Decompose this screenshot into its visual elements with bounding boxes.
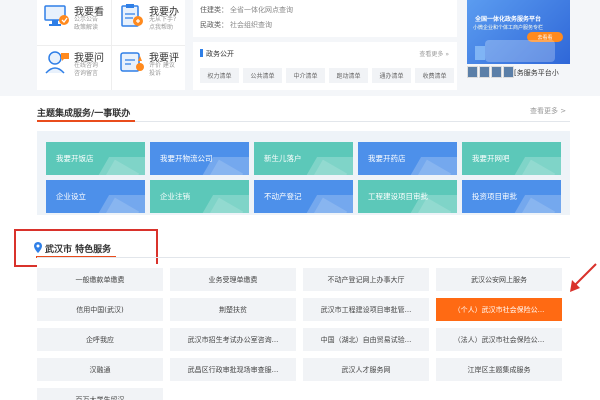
location-pin-icon [34, 242, 42, 253]
gov-tag[interactable]: 通办清单 [372, 68, 411, 83]
quick-item-subtitle: 公示公告 政策解读 [74, 16, 99, 31]
service-item[interactable]: 中国（湖北）自由贸易试验... [303, 328, 429, 351]
theme-card[interactable]: 工程建设项目审批 [358, 180, 457, 213]
gov-tag[interactable]: 中介清单 [286, 68, 325, 83]
banner-subtitle: 小微企业和个体工商户服务专栏 [473, 25, 544, 31]
review-icon [120, 52, 144, 72]
service-item[interactable]: 荆楚扶贫 [170, 298, 296, 321]
gov-tag[interactable]: 公共清单 [243, 68, 282, 83]
service-item-active[interactable]: （个人）武汉市社会保险公... [436, 298, 562, 321]
theme-card-label: 投资项目审批 [472, 192, 517, 201]
quick-item-subtitle: 评价 建议 投诉 [149, 62, 175, 77]
quick-item-subtitle: 在线咨询 咨询留言 [74, 62, 99, 77]
thumbnail[interactable] [479, 66, 490, 78]
theme-card[interactable]: 我要开物流公司 [150, 142, 249, 175]
quick-item-look[interactable]: 我要看 公示公告 政策解读 [37, 0, 111, 45]
quick-item-ask[interactable]: 我要问 在线咨询 咨询留言 [37, 46, 111, 91]
quick-item-review[interactable]: 我要评 评价 建议 投诉 [112, 46, 186, 91]
service-item[interactable]: 一般缴款单缴费 [37, 268, 163, 291]
service-item[interactable]: 武汉公安网上服务 [436, 268, 562, 291]
theme-more-link[interactable]: 查看更多 > [530, 106, 566, 116]
theme-card[interactable]: 我要开网吧 [462, 142, 561, 175]
section-divider [37, 257, 570, 258]
service-item[interactable]: 汉融通 [37, 358, 163, 381]
theme-section-title: 主题集成服务/一事联办 [37, 109, 131, 119]
theme-card-label: 工程建设项目审批 [368, 192, 428, 201]
quick-item-handle[interactable]: 我要办 无从下手? 点我帮助 [112, 0, 186, 45]
gov-tag[interactable]: 收费清单 [415, 68, 454, 83]
thumbnail-caption: [务服务平台小 [514, 69, 559, 77]
service-item[interactable]: 百万大学生留汉 [37, 388, 163, 400]
theme-card-label: 企业注销 [160, 192, 190, 201]
banner-thumbnails: [务服务平台小 [467, 66, 570, 84]
gov-tag[interactable]: 跑动清单 [329, 68, 368, 83]
service-item[interactable]: 武汉市招生考试办公室咨询... [170, 328, 296, 351]
thumbnail[interactable] [491, 66, 502, 78]
theme-card-label: 新生儿落户 [264, 154, 302, 163]
gov-open-more-link[interactable]: 查看更多 » [419, 49, 449, 58]
theme-card[interactable]: 我要开饭店 [46, 142, 145, 175]
service-item[interactable]: 武昌区行政审批现场审查服... [170, 358, 296, 381]
annotation-arrow-icon [570, 263, 597, 292]
thumbnail[interactable] [503, 66, 514, 78]
theme-card[interactable]: 新生儿落户 [254, 142, 353, 175]
theme-card-label: 我要开物流公司 [160, 154, 213, 163]
info-row-civil[interactable]: 民政类： 社会组织查询 [200, 20, 272, 30]
theme-card[interactable]: 投资项目审批 [462, 180, 561, 213]
gov-tag[interactable]: 权力清单 [200, 68, 239, 83]
info-panel: 住建类： 全省一体化网点查询 民政类： 社会组织查询 [193, 0, 457, 37]
theme-card[interactable]: 不动产登记 [254, 180, 353, 213]
theme-card-label: 企业设立 [56, 192, 86, 201]
service-item[interactable]: 不动产登记网上办事大厅 [303, 268, 429, 291]
theme-card-label: 我要开网吧 [472, 154, 510, 163]
quick-access-grid: 我要看 公示公告 政策解读 我要办 无从下手? 点我帮助 我要问 在线咨询 咨询… [37, 0, 185, 90]
service-item[interactable]: 信用中国(武汉) [37, 298, 163, 321]
thumbnail[interactable] [467, 66, 478, 78]
section-underline [37, 120, 135, 122]
service-item[interactable]: （法人）武汉市社会保险公... [436, 328, 562, 351]
info-row-housing[interactable]: 住建类： 全省一体化网点查询 [200, 5, 293, 15]
promo-banner[interactable]: 全国一体化政务服务平台 小微企业和个体工商户服务专栏 去看看 [467, 0, 570, 64]
theme-card-label: 我要开饭店 [56, 154, 94, 163]
theme-card-label: 不动产登记 [264, 192, 302, 201]
banner-decoration [485, 40, 555, 62]
wuhan-section-title: 武汉市 特色服务 [45, 245, 112, 255]
gov-open-panel: 政务公开 查看更多 » 权力清单 公共清单 中介清单 跑动清单 通办清单 收费清… [193, 42, 457, 90]
service-item[interactable]: 武汉人才服务网 [303, 358, 429, 381]
service-item[interactable]: 企呼我应 [37, 328, 163, 351]
service-item[interactable]: 江岸区主题集成服务 [436, 358, 562, 381]
theme-card-label: 我要开药店 [368, 154, 406, 163]
banner-decoration [475, 46, 485, 60]
service-item[interactable]: 业务受理单缴费 [170, 268, 296, 291]
service-item[interactable]: 武汉市工程建设项目审批管... [303, 298, 429, 321]
banner-title: 全国一体化政务服务平台 [475, 16, 542, 23]
theme-card[interactable]: 企业注销 [150, 180, 249, 213]
consult-icon [45, 51, 69, 74]
quick-item-subtitle: 无从下手? 点我帮助 [149, 16, 177, 31]
theme-card[interactable]: 我要开药店 [358, 142, 457, 175]
gov-open-title: 政务公开 [200, 49, 234, 59]
monitor-icon [44, 5, 69, 26]
theme-card[interactable]: 企业设立 [46, 180, 145, 213]
clipboard-icon [121, 4, 143, 27]
